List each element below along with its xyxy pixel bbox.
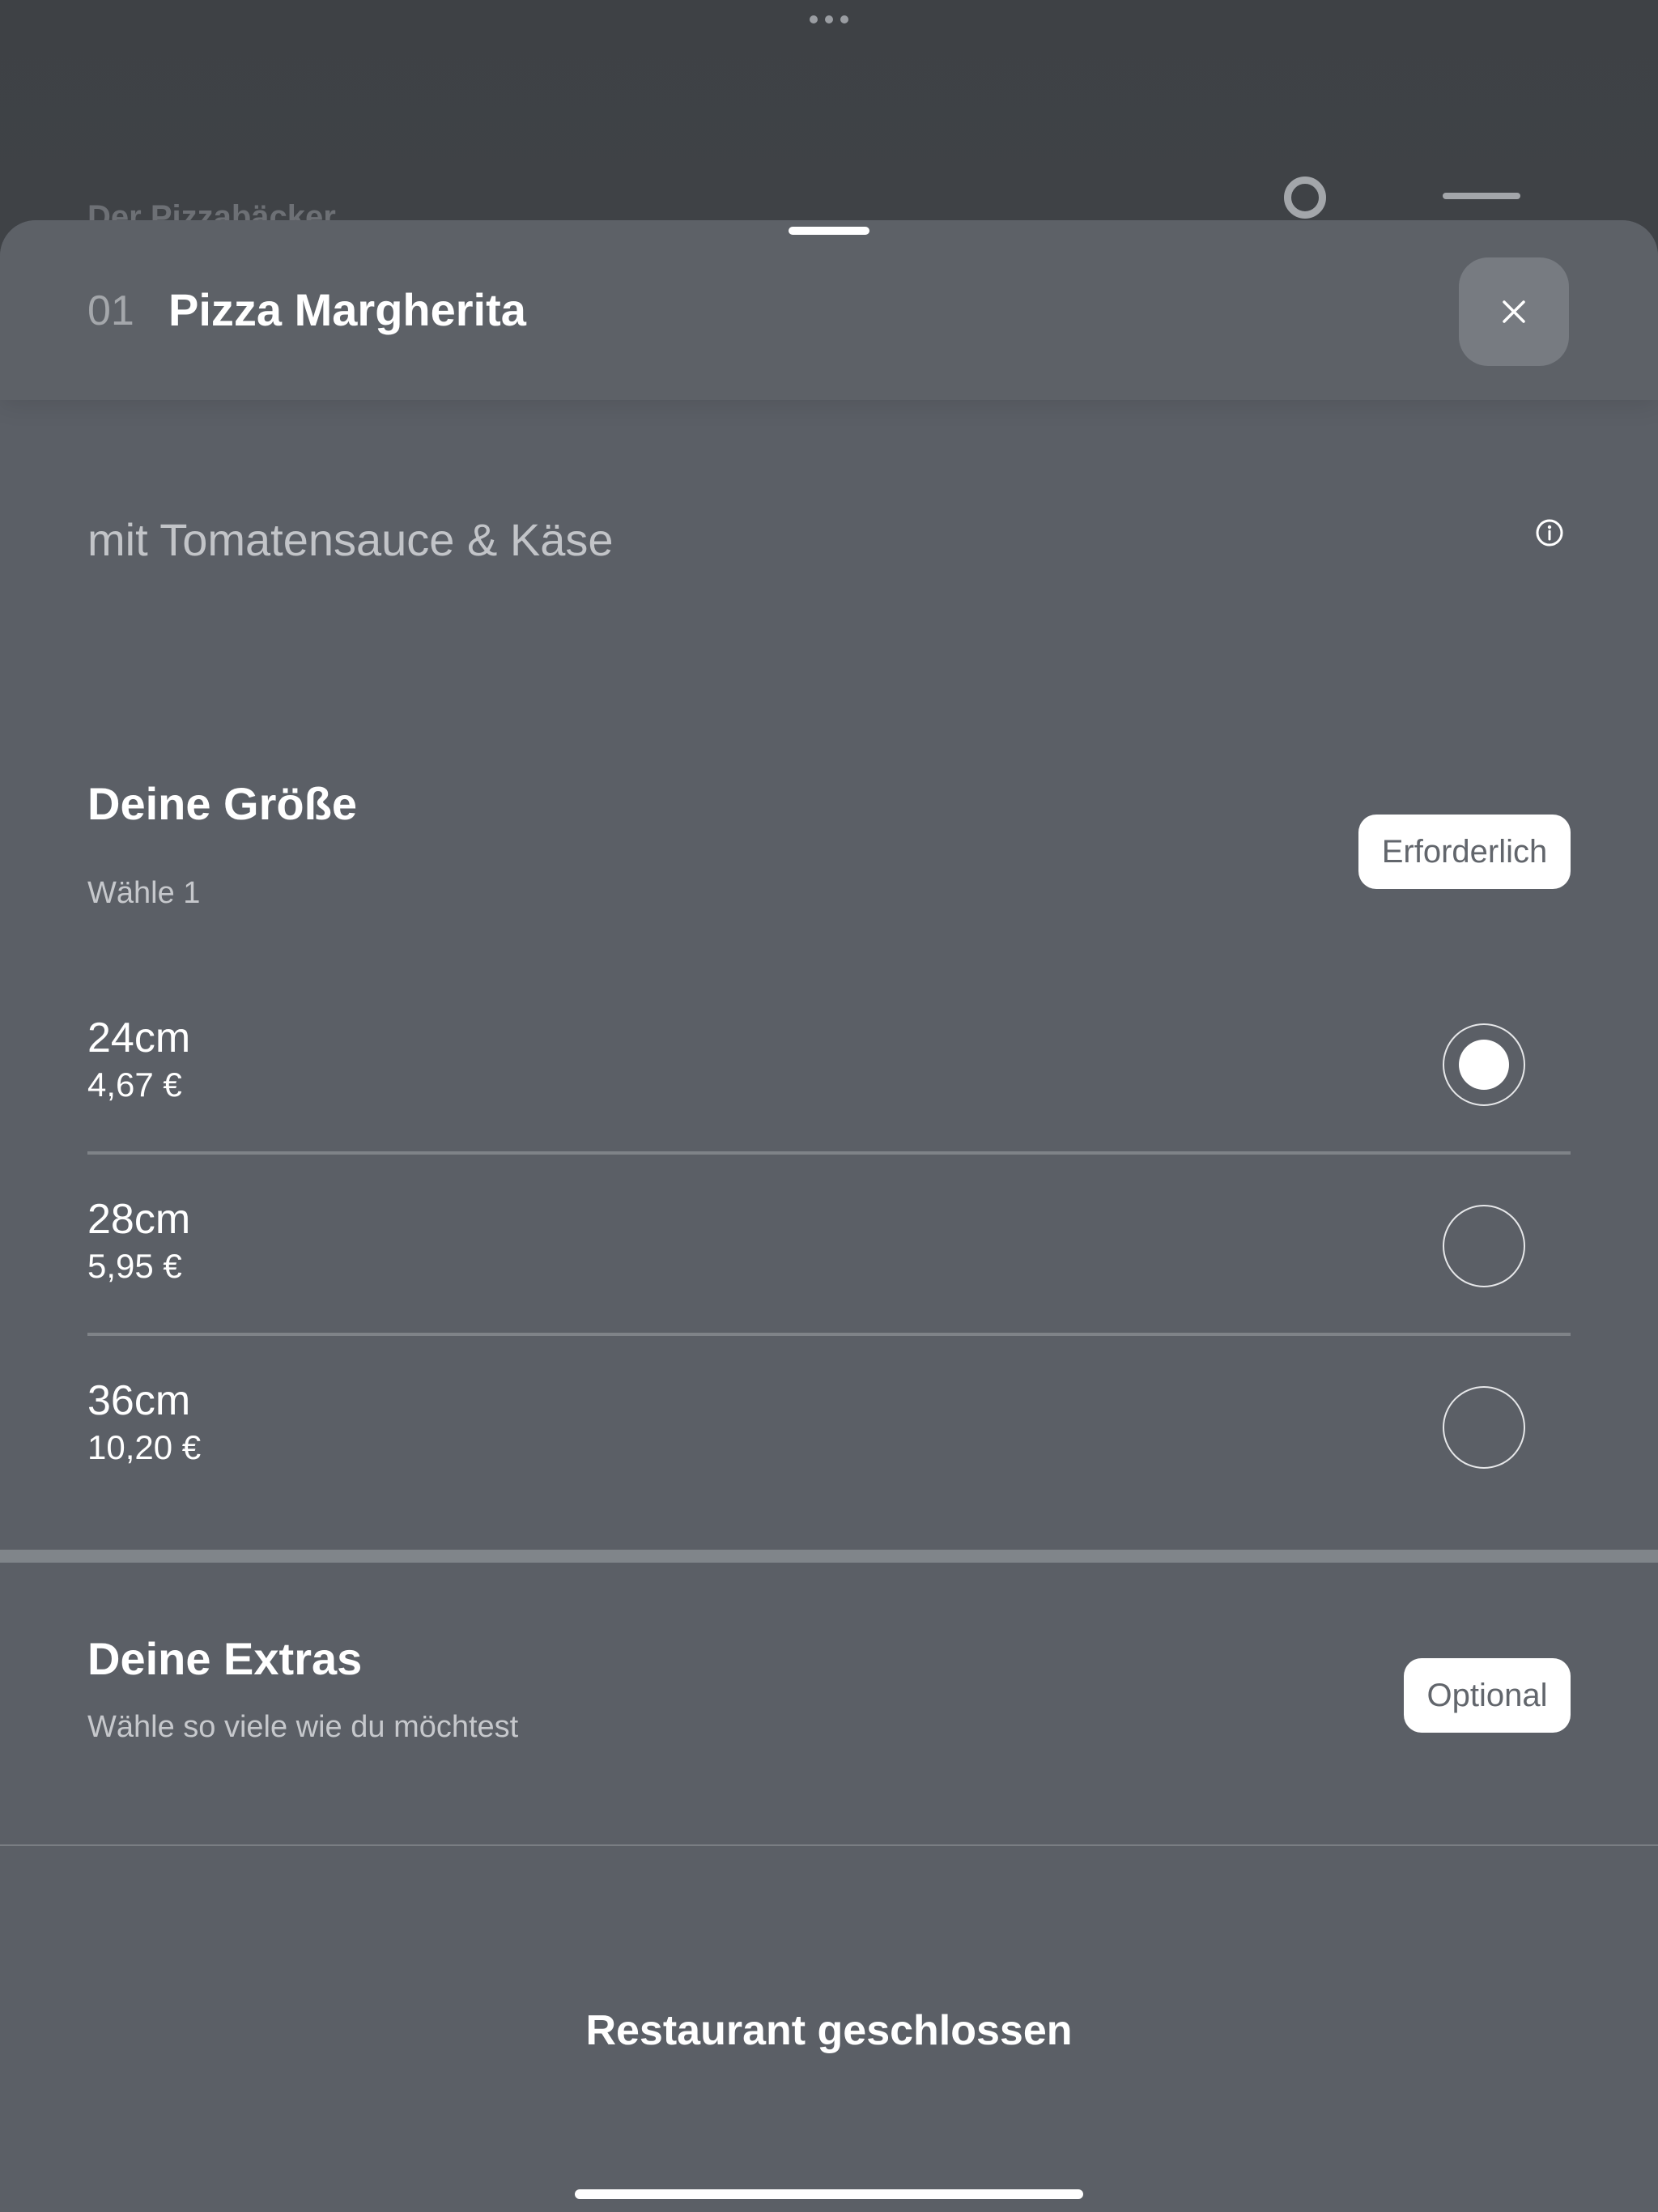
option-label: 24cm — [87, 1015, 191, 1061]
item-title: Pizza Margherita — [168, 284, 526, 335]
info-icon[interactable] — [1535, 518, 1564, 547]
option-price: 4,67 € — [87, 1066, 182, 1104]
item-description: mit Tomatensauce & Käse — [87, 514, 614, 565]
radio-button[interactable] — [1443, 1205, 1525, 1287]
close-button[interactable] — [1459, 257, 1569, 366]
size-option-28cm[interactable]: 28cm 5,95 € — [87, 1195, 1571, 1376]
product-sheet: 01 Pizza Margherita mit Tomatensauce & K… — [0, 220, 1658, 2212]
radio-button-selected[interactable] — [1443, 1023, 1525, 1106]
option-divider — [87, 1333, 1571, 1336]
sheet-header: 01 Pizza Margherita — [0, 220, 1658, 400]
section-separator — [0, 1550, 1658, 1563]
extras-section-subtitle: Wähle so viele wie du möchtest — [87, 1710, 519, 1744]
required-badge: Erforderlich — [1358, 815, 1571, 889]
item-number: 01 — [87, 287, 134, 334]
size-option-24cm[interactable]: 24cm 4,67 € — [87, 1014, 1571, 1195]
size-section-title: Deine Größe — [87, 778, 357, 829]
background-menu-icon — [1443, 193, 1520, 199]
size-section-subtitle: Wähle 1 — [87, 876, 201, 910]
extras-section-title: Deine Extras — [87, 1633, 363, 1684]
screen: Der Pizzabäcker 01 Pizza Margherita mit … — [0, 0, 1658, 2212]
option-divider — [87, 1151, 1571, 1155]
close-icon — [1503, 300, 1525, 323]
option-label: 36cm — [87, 1377, 191, 1424]
multitasking-dots-icon[interactable] — [810, 11, 848, 28]
home-indicator[interactable] — [575, 2189, 1083, 2199]
option-label: 28cm — [87, 1196, 191, 1243]
option-price: 10,20 € — [87, 1428, 202, 1466]
sheet-grabber[interactable] — [789, 227, 869, 235]
background-search-icon — [1284, 177, 1326, 219]
restaurant-closed-label: Restaurant geschlossen — [585, 2007, 1073, 2054]
footer-divider — [0, 1844, 1658, 1846]
optional-badge: Optional — [1404, 1658, 1571, 1733]
radio-button[interactable] — [1443, 1386, 1525, 1469]
option-price: 5,95 € — [87, 1247, 182, 1285]
radio-selected-dot — [1459, 1040, 1509, 1090]
size-option-36cm[interactable]: 36cm 10,20 € — [87, 1376, 1571, 1558]
